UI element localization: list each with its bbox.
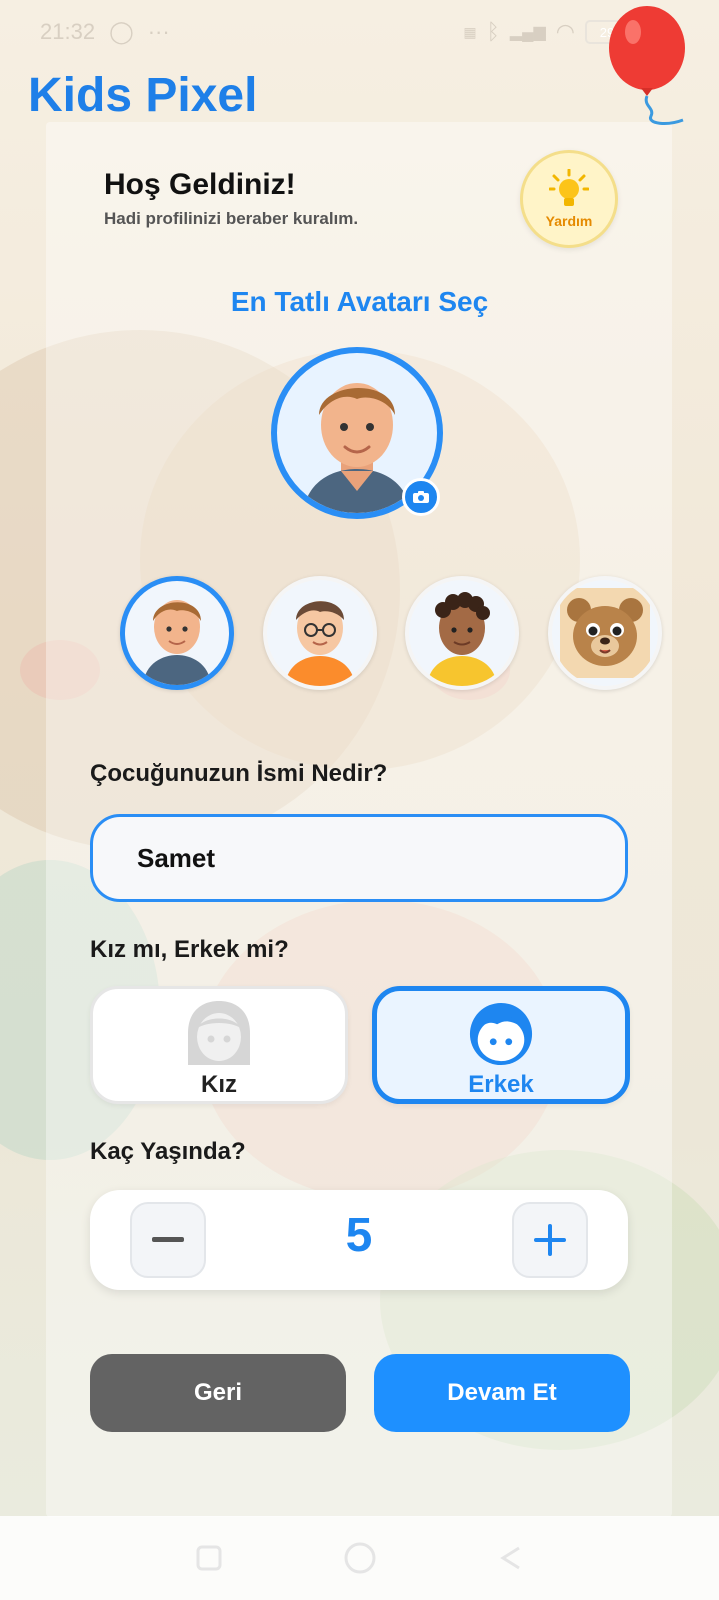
balloon-icon [609, 6, 685, 125]
back-nav-icon[interactable] [497, 1544, 525, 1572]
avatar-option-boy-glasses[interactable] [263, 576, 377, 690]
name-field-label: Çocuğunuzun İsmi Nedir? [90, 760, 388, 787]
gender-option-boy[interactable]: Erkek [372, 986, 630, 1104]
lightbulb-icon [549, 169, 589, 206]
wifi-icon: ◠ [555, 19, 575, 44]
help-label: Yardım [545, 213, 593, 229]
whatsapp-icon: ◯ [109, 19, 134, 44]
back-button[interactable]: Geri [90, 1354, 346, 1432]
gender-boy-label: Erkek [468, 1071, 534, 1098]
boy-icon [469, 1002, 533, 1066]
gender-label: Kız mı, Erkek mi? [90, 936, 289, 963]
status-time: 21:32 [40, 19, 96, 44]
age-label: Kaç Yaşında? [90, 1138, 246, 1165]
recent-apps-icon[interactable] [195, 1544, 223, 1572]
nfc-icon: ▦ [463, 23, 477, 40]
bluetooth-icon: ᛒ [486, 19, 500, 44]
avatar-option-boy-curly[interactable] [405, 576, 519, 690]
child-name-input[interactable] [90, 814, 628, 902]
girl-icon [188, 1001, 250, 1065]
camera-icon [413, 491, 429, 503]
continue-button[interactable]: Devam Et [374, 1354, 630, 1432]
gender-option-girl[interactable]: Kız [90, 986, 348, 1104]
more-notifications-icon: ··· [147, 19, 170, 44]
avatar-option-boy-blue-shirt[interactable] [120, 576, 234, 690]
boy-curly-avatar-icon [427, 592, 497, 686]
avatar-heading: En Tatlı Avatarı Seç [230, 286, 489, 317]
avatar-option-bear[interactable] [548, 576, 662, 690]
age-stepper: 5 [90, 1190, 628, 1290]
plus-icon [534, 1224, 566, 1256]
change-photo-button[interactable] [402, 478, 440, 516]
home-icon[interactable] [343, 1541, 377, 1575]
welcome-title: Hoş Geldiniz! [104, 168, 296, 201]
help-button[interactable]: Yardım [520, 150, 618, 248]
signal-icon: ▂▄▆ [509, 24, 546, 41]
system-nav-bar [0, 1516, 719, 1600]
welcome-subtitle: Hadi profilinizi beraber kuralım. [104, 209, 359, 228]
status-bar: 21:32 ◯ ··· ▦ ᛒ ▂▄▆ ◠ 29 [40, 14, 629, 50]
age-increment-button[interactable] [512, 1202, 588, 1278]
app-title: Kids Pixel [28, 69, 258, 122]
boy-glasses-avatar-icon [285, 601, 355, 686]
boy-avatar-icon [143, 600, 211, 685]
gender-girl-label: Kız [201, 1071, 237, 1098]
bear-avatar-icon [560, 588, 650, 678]
